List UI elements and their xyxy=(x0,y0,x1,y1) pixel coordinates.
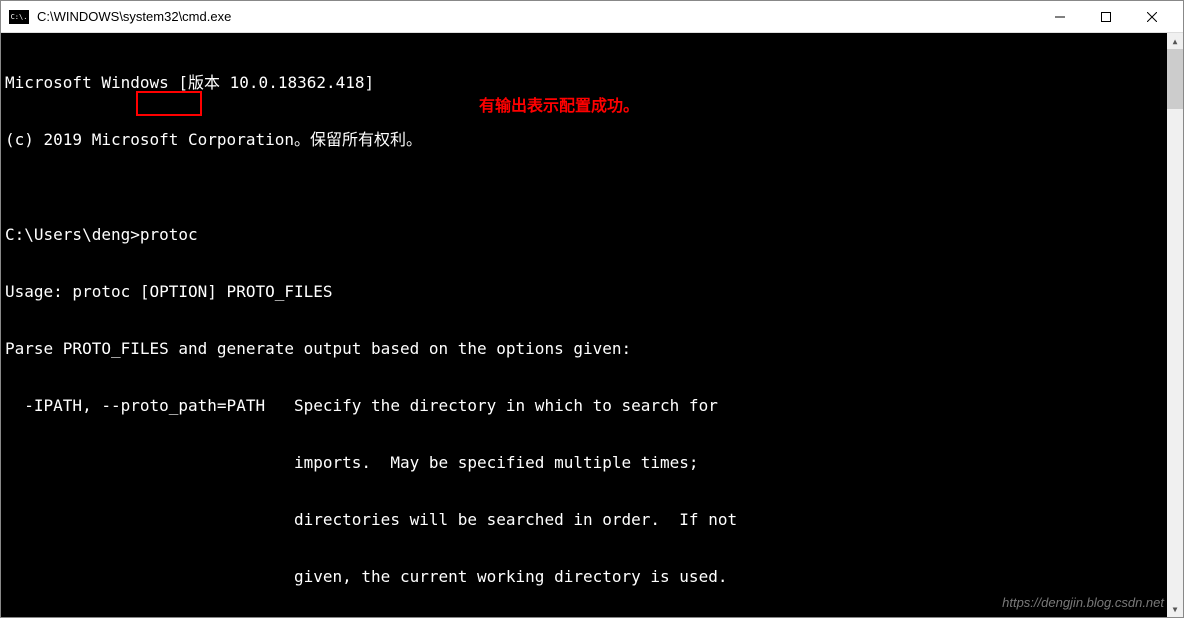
close-button[interactable] xyxy=(1129,1,1175,33)
maximize-button[interactable] xyxy=(1083,1,1129,33)
window-controls xyxy=(1037,1,1175,32)
terminal-line: Parse PROTO_FILES and generate output ba… xyxy=(5,339,1179,358)
minimize-button[interactable] xyxy=(1037,1,1083,33)
terminal-line: Microsoft Windows [版本 10.0.18362.418] xyxy=(5,73,1179,92)
cmd-window: C:\. C:\WINDOWS\system32\cmd.exe Microso… xyxy=(0,0,1184,618)
terminal-line: given, the current working directory is … xyxy=(5,567,1179,586)
window-title: C:\WINDOWS\system32\cmd.exe xyxy=(37,9,1037,24)
cmd-icon: C:\. xyxy=(9,10,29,24)
scroll-thumb[interactable] xyxy=(1167,49,1183,109)
terminal-line: Usage: protoc [OPTION] PROTO_FILES xyxy=(5,282,1179,301)
titlebar[interactable]: C:\. C:\WINDOWS\system32\cmd.exe xyxy=(1,1,1183,33)
terminal-line: C:\Users\deng>protoc xyxy=(5,225,1179,244)
terminal-line: directories will be searched in order. I… xyxy=(5,510,1179,529)
terminal-line: (c) 2019 Microsoft Corporation。保留所有权利。 xyxy=(5,130,1179,149)
highlight-annotation-box xyxy=(136,91,202,116)
terminal-line: imports. May be specified multiple times… xyxy=(5,453,1179,472)
annotation-text: 有输出表示配置成功。 xyxy=(479,97,639,116)
watermark-text: https://dengjin.blog.csdn.net xyxy=(1002,595,1164,610)
terminal-line: -IPATH, --proto_path=PATH Specify the di… xyxy=(5,396,1179,415)
scroll-up-arrow-icon[interactable]: ▲ xyxy=(1167,33,1183,49)
scroll-down-arrow-icon[interactable]: ▼ xyxy=(1167,601,1183,617)
vertical-scrollbar[interactable]: ▲ ▼ xyxy=(1167,33,1183,617)
terminal-output[interactable]: Microsoft Windows [版本 10.0.18362.418] (c… xyxy=(1,33,1183,617)
